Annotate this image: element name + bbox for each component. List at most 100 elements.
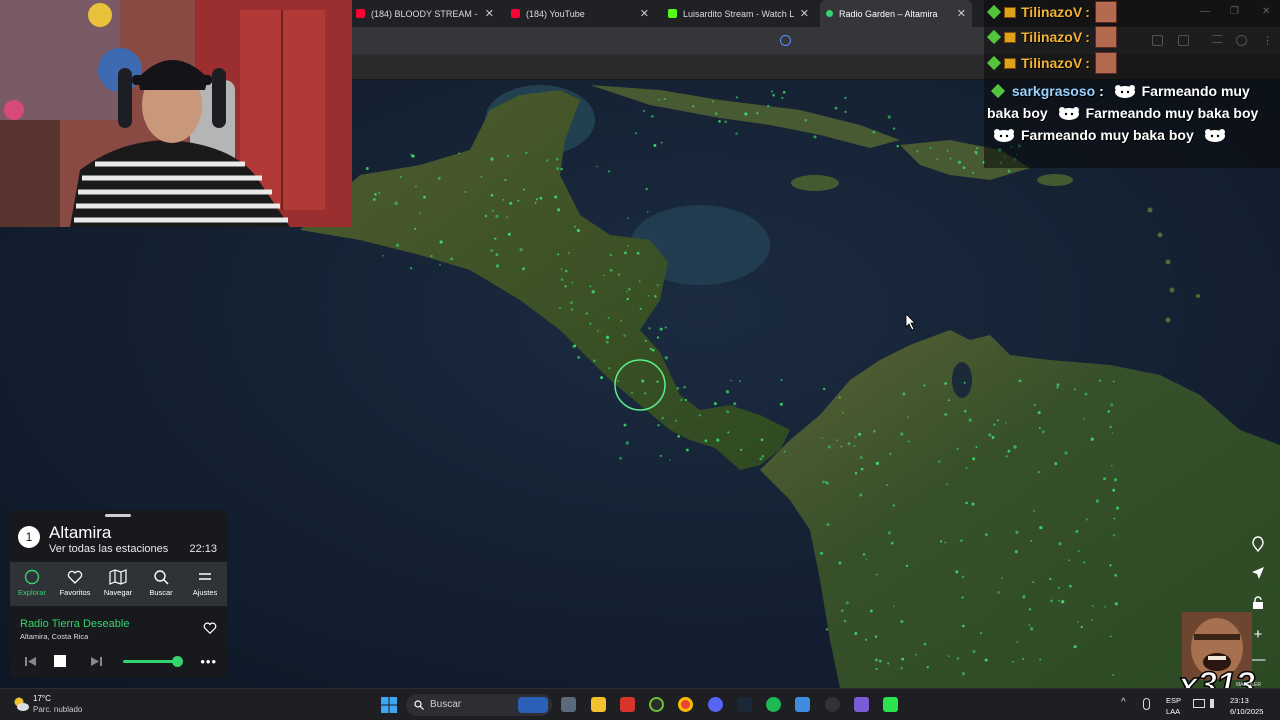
next-icon[interactable] bbox=[91, 656, 102, 667]
station-dot[interactable] bbox=[824, 481, 827, 483]
station-dot[interactable] bbox=[961, 575, 965, 579]
station-dot[interactable] bbox=[844, 96, 847, 100]
spotify-icon[interactable] bbox=[766, 697, 781, 712]
station-dot[interactable] bbox=[1033, 404, 1036, 406]
station-dot[interactable] bbox=[495, 214, 499, 219]
tab-kick-stream[interactable]: Luisardito Stream - Watch Live ✕ bbox=[662, 0, 815, 27]
station-dot[interactable] bbox=[923, 642, 927, 646]
station-dot[interactable] bbox=[1056, 386, 1059, 389]
station-dot[interactable] bbox=[560, 167, 563, 171]
station-dot[interactable] bbox=[735, 96, 738, 99]
station-dot[interactable] bbox=[651, 348, 655, 352]
station-dot[interactable] bbox=[623, 334, 626, 337]
favorite-heart-icon[interactable] bbox=[203, 621, 217, 635]
station-dot[interactable] bbox=[955, 570, 959, 574]
station-dot[interactable] bbox=[418, 212, 422, 215]
station-dot[interactable] bbox=[525, 151, 528, 154]
station-dot[interactable] bbox=[1109, 425, 1112, 429]
station-dot[interactable] bbox=[577, 356, 581, 359]
close-icon[interactable]: ✕ bbox=[957, 7, 966, 20]
tab-youtube[interactable]: (184) YouTube ✕ bbox=[505, 0, 655, 27]
station-dot[interactable] bbox=[698, 414, 701, 417]
more-options-icon[interactable]: ••• bbox=[200, 654, 217, 669]
station-dot[interactable] bbox=[1007, 449, 1011, 453]
station-dot[interactable] bbox=[962, 624, 965, 628]
station-dot[interactable] bbox=[907, 440, 910, 443]
station-dot[interactable] bbox=[889, 452, 892, 456]
station-dot[interactable] bbox=[646, 210, 649, 213]
station-dot[interactable] bbox=[971, 502, 975, 506]
station-dot[interactable] bbox=[901, 657, 905, 661]
station-dot[interactable] bbox=[494, 237, 497, 240]
station-dot[interactable] bbox=[676, 386, 680, 390]
weather-partly-cloudy-icon[interactable] bbox=[12, 695, 30, 713]
station-dot[interactable] bbox=[726, 410, 730, 414]
taskbar-clock[interactable]: 23:13 bbox=[1230, 696, 1249, 705]
station-dot[interactable] bbox=[571, 281, 574, 284]
station-dot[interactable] bbox=[554, 195, 558, 199]
station-dot[interactable] bbox=[962, 166, 966, 170]
station-dot[interactable] bbox=[546, 159, 549, 162]
station-dot[interactable] bbox=[1113, 478, 1118, 482]
station-dot[interactable] bbox=[976, 147, 978, 150]
station-dot[interactable] bbox=[1113, 517, 1116, 520]
station-dot[interactable] bbox=[685, 448, 689, 452]
station-dot[interactable] bbox=[946, 149, 949, 152]
station-dot[interactable] bbox=[756, 112, 759, 115]
station-dot[interactable] bbox=[411, 154, 415, 158]
station-dot[interactable] bbox=[854, 472, 858, 475]
station-dot[interactable] bbox=[841, 411, 844, 414]
station-dot[interactable] bbox=[556, 208, 561, 212]
station-dot[interactable] bbox=[645, 187, 648, 191]
station-dot[interactable] bbox=[893, 605, 895, 608]
station-dot[interactable] bbox=[900, 620, 904, 624]
station-dot[interactable] bbox=[593, 359, 596, 362]
station-dot[interactable] bbox=[965, 501, 968, 505]
station-dot[interactable] bbox=[875, 667, 878, 671]
station-dot[interactable] bbox=[664, 356, 668, 360]
station-dot[interactable] bbox=[956, 448, 959, 450]
station-dot[interactable] bbox=[782, 90, 786, 94]
station-dot[interactable] bbox=[484, 214, 488, 218]
station-dot[interactable] bbox=[957, 160, 962, 164]
station-dot[interactable] bbox=[875, 461, 880, 466]
station-dot[interactable] bbox=[1080, 625, 1083, 629]
station-name[interactable]: Radio Tierra Deseable bbox=[20, 618, 129, 630]
station-dot[interactable] bbox=[659, 327, 663, 331]
station-dot[interactable] bbox=[1005, 455, 1008, 458]
station-dot[interactable] bbox=[854, 435, 857, 439]
station-dot[interactable] bbox=[1077, 621, 1079, 623]
station-dot[interactable] bbox=[840, 445, 843, 448]
station-dot[interactable] bbox=[627, 217, 630, 220]
station-dot[interactable] bbox=[779, 402, 783, 406]
station-dot[interactable] bbox=[608, 367, 611, 370]
station-dot[interactable] bbox=[609, 268, 613, 272]
station-dot[interactable] bbox=[813, 135, 817, 139]
station-dot[interactable] bbox=[464, 191, 467, 193]
station-dot[interactable] bbox=[1028, 608, 1032, 611]
station-dot[interactable] bbox=[658, 98, 660, 101]
station-dot[interactable] bbox=[585, 312, 589, 315]
station-dot[interactable] bbox=[564, 269, 568, 273]
station-dot[interactable] bbox=[626, 297, 629, 301]
station-dot[interactable] bbox=[495, 264, 500, 268]
station-dot[interactable] bbox=[862, 553, 866, 556]
keyboard-layout[interactable]: LAA bbox=[1166, 707, 1180, 716]
station-dot[interactable] bbox=[874, 635, 878, 638]
station-dot[interactable] bbox=[1083, 417, 1086, 420]
station-dot[interactable] bbox=[1085, 518, 1089, 521]
station-dot[interactable] bbox=[1004, 421, 1007, 424]
station-dot[interactable] bbox=[1104, 605, 1106, 608]
station-dot[interactable] bbox=[972, 457, 976, 461]
station-dot[interactable] bbox=[644, 339, 647, 342]
station-dot[interactable] bbox=[878, 659, 882, 663]
station-dot[interactable] bbox=[781, 96, 784, 100]
station-dot[interactable] bbox=[993, 423, 996, 426]
station-dot[interactable] bbox=[1050, 599, 1054, 603]
station-dot[interactable] bbox=[502, 198, 505, 201]
station-dot[interactable] bbox=[692, 105, 695, 108]
station-dot[interactable] bbox=[504, 178, 507, 182]
station-dot[interactable] bbox=[886, 484, 888, 487]
station-dot[interactable] bbox=[963, 381, 966, 384]
station-dot[interactable] bbox=[900, 432, 904, 436]
